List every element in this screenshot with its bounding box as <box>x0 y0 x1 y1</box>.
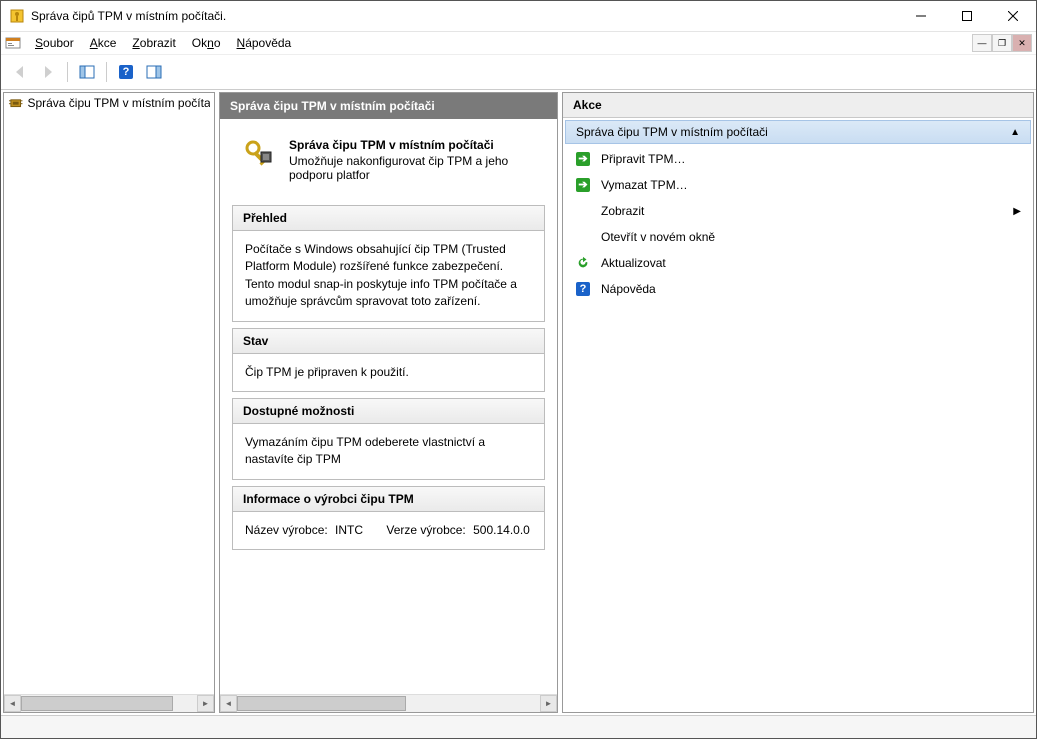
scroll-left-button[interactable]: ◄ <box>220 695 237 712</box>
result-header: Správa čipu TPM v místním počítači <box>220 93 557 119</box>
manufacturer-name-label: Název výrobce: <box>245 523 328 537</box>
help-icon: ? <box>119 65 133 79</box>
toolbar-separator <box>106 62 107 82</box>
manufacturer-version-value: 500.14.0.0 <box>473 523 530 537</box>
window-title: Správa čipů TPM v místním počítači. <box>31 9 898 23</box>
action-label: Nápověda <box>601 282 1021 296</box>
result-horizontal-scrollbar[interactable]: ◄ ► <box>220 694 557 712</box>
scroll-right-button[interactable]: ► <box>197 695 214 712</box>
show-hide-tree-button[interactable] <box>74 59 100 85</box>
tree-pane: Správa čipu TPM v místním počítač ◄ ► <box>3 92 215 713</box>
collapse-icon: ▲ <box>1010 127 1020 138</box>
content-area: Správa čipu TPM v místním počítač ◄ ► Sp… <box>1 90 1036 715</box>
tree-horizontal-scrollbar[interactable]: ◄ ► <box>4 694 214 712</box>
refresh-icon <box>575 255 591 271</box>
scroll-track[interactable] <box>21 695 197 712</box>
mdi-minimize-button[interactable]: — <box>972 34 992 52</box>
action-label: Zobrazit <box>601 204 1013 218</box>
card-overview-header: Přehled <box>233 206 544 231</box>
mmc-icon <box>5 35 21 51</box>
mdi-controls: — ❐ ✕ <box>972 34 1032 52</box>
key-icon <box>243 138 275 170</box>
help-button[interactable]: ? <box>113 59 139 85</box>
status-bar <box>1 715 1036 738</box>
mmc-window: Správa čipů TPM v místním počítači. Soub… <box>0 0 1037 739</box>
action-clear-tpm[interactable]: ➔ Vymazat TPM… <box>565 172 1031 198</box>
minimize-button[interactable] <box>898 1 944 31</box>
help-icon: ? <box>575 281 591 297</box>
card-status-body: Čip TPM je připraven k použití. <box>233 354 544 391</box>
card-status-header: Stav <box>233 329 544 354</box>
action-label: Aktualizovat <box>601 256 1021 270</box>
blank-icon <box>575 203 591 219</box>
card-options-header: Dostupné možnosti <box>233 399 544 424</box>
mdi-close-button[interactable]: ✕ <box>1012 34 1032 52</box>
card-manufacturer-body: Název výrobce: INTC Verze výrobce: 500.1… <box>233 512 544 549</box>
tree-body: Správa čipu TPM v místním počítač <box>4 93 214 694</box>
scroll-thumb[interactable] <box>21 696 173 711</box>
submenu-arrow-icon: ▶ <box>1013 206 1021 217</box>
nav-back-button[interactable] <box>7 59 33 85</box>
menu-bar: Soubor Akce Zobrazit Okno Nápověda — ❐ ✕ <box>1 32 1036 55</box>
tree-root-item[interactable]: Správa čipu TPM v místním počítač <box>4 93 214 113</box>
menu-window[interactable]: Okno <box>184 34 229 52</box>
arrow-right-icon: ➔ <box>575 177 591 193</box>
card-overview: Přehled Počítače s Windows obsahující či… <box>232 205 545 322</box>
maximize-button[interactable] <box>944 1 990 31</box>
manufacturer-version-label: Verze výrobce: <box>386 523 465 537</box>
menu-action[interactable]: Akce <box>82 34 125 52</box>
menu-help[interactable]: Nápověda <box>229 34 300 52</box>
card-manufacturer-header: Informace o výrobci čipu TPM <box>233 487 544 512</box>
tree-root-label: Správa čipu TPM v místním počítač <box>27 96 210 110</box>
actions-pane: Akce Správa čipu TPM v místním počítači … <box>562 92 1034 713</box>
info-description: Umožňuje nakonfigurovat čip TPM a jeho p… <box>289 154 534 182</box>
result-body: Správa čipu TPM v místním počítači Umožň… <box>220 119 557 694</box>
info-title: Správa čipu TPM v místním počítači <box>289 138 534 152</box>
info-banner: Správa čipu TPM v místním počítači Umožň… <box>228 127 549 199</box>
action-group-title: Správa čipu TPM v místním počítači <box>576 125 768 139</box>
window-controls <box>898 1 1036 31</box>
action-view[interactable]: Zobrazit ▶ <box>565 198 1031 224</box>
action-prepare-tpm[interactable]: ➔ Připravit TPM… <box>565 146 1031 172</box>
action-label: Otevřít v novém okně <box>601 230 1021 244</box>
mdi-restore-button[interactable]: ❐ <box>992 34 1012 52</box>
manufacturer-name-value: INTC <box>335 523 363 537</box>
app-icon <box>9 8 25 24</box>
scroll-thumb[interactable] <box>237 696 406 711</box>
card-options: Dostupné možnosti Vymazáním čipu TPM ode… <box>232 398 545 480</box>
action-refresh[interactable]: Aktualizovat <box>565 250 1031 276</box>
action-list: ➔ Připravit TPM… ➔ Vymazat TPM… Zobrazit… <box>563 144 1033 304</box>
menu-file[interactable]: Soubor <box>27 34 82 52</box>
card-status: Stav Čip TPM je připraven k použití. <box>232 328 545 392</box>
action-new-window[interactable]: Otevřít v novém okně <box>565 224 1031 250</box>
actions-header: Akce <box>563 93 1033 118</box>
action-group-header[interactable]: Správa čipu TPM v místním počítači ▲ <box>565 120 1031 144</box>
show-hide-action-pane-button[interactable] <box>141 59 167 85</box>
menu-view[interactable]: Zobrazit <box>124 34 183 52</box>
toolbar: ? <box>1 55 1036 90</box>
toolbar-separator <box>67 62 68 82</box>
action-help[interactable]: ? Nápověda <box>565 276 1031 302</box>
scroll-track[interactable] <box>237 695 540 712</box>
card-manufacturer: Informace o výrobci čipu TPM Název výrob… <box>232 486 545 550</box>
scroll-left-button[interactable]: ◄ <box>4 695 21 712</box>
action-label: Připravit TPM… <box>601 152 1021 166</box>
tpm-chip-icon <box>8 95 23 111</box>
blank-icon <box>575 229 591 245</box>
result-pane: Správa čipu TPM v místním počítači Správ… <box>219 92 558 713</box>
scroll-right-button[interactable]: ► <box>540 695 557 712</box>
nav-forward-button[interactable] <box>35 59 61 85</box>
title-bar: Správa čipů TPM v místním počítači. <box>1 1 1036 32</box>
close-button[interactable] <box>990 1 1036 31</box>
arrow-right-icon: ➔ <box>575 151 591 167</box>
card-options-body: Vymazáním čipu TPM odeberete vlastnictví… <box>233 424 544 479</box>
info-text: Správa čipu TPM v místním počítači Umožň… <box>289 138 534 182</box>
card-overview-body: Počítače s Windows obsahující čip TPM (T… <box>233 231 544 321</box>
action-label: Vymazat TPM… <box>601 178 1021 192</box>
